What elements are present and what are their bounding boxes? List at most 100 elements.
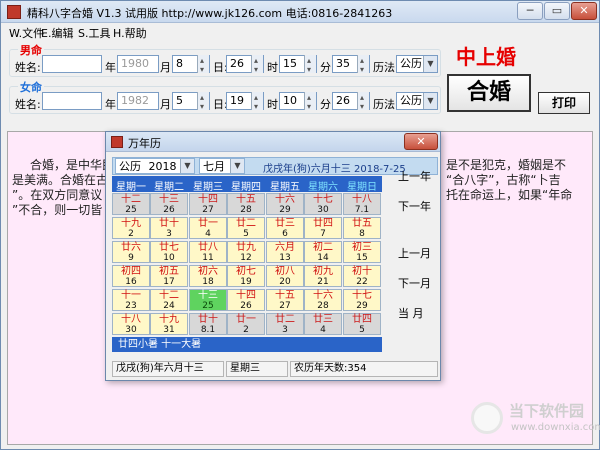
calendar-day-cell[interactable]: 廿一 2	[227, 313, 265, 335]
solar-day-label: 9	[128, 253, 134, 263]
calendar-day-cell[interactable]: 廿二 5	[227, 217, 265, 239]
calendar-mode-year-select[interactable]: 公历 2018 年 ▼	[115, 158, 195, 174]
lunar-day-label: 廿二	[236, 218, 256, 229]
current-month-button[interactable]: 当 月	[398, 305, 424, 321]
next-year-button[interactable]: 下一年	[398, 198, 431, 214]
male-year-input[interactable]: 1980	[117, 55, 159, 73]
calendar-day-cell[interactable]: 六月 13	[266, 241, 304, 263]
calendar-title-bar[interactable]: 万年历 ✕	[106, 132, 440, 152]
female-year-input[interactable]: 1982	[117, 92, 159, 110]
male-group-label: 男命	[18, 42, 44, 58]
male-minute-spinner-icon[interactable]	[357, 53, 369, 78]
calendar-day-cell[interactable]: 十三 25	[189, 289, 227, 311]
calendar-day-cell[interactable]: 初四 16	[112, 265, 150, 287]
calendar-day-cell[interactable]: 廿三 6	[266, 217, 304, 239]
calendar-day-cell[interactable]: 廿十 3	[150, 217, 188, 239]
male-name-input[interactable]	[42, 55, 102, 73]
menu-edit[interactable]: E.编辑	[41, 25, 73, 41]
calendar-day-cell[interactable]: 廿八 11	[189, 241, 227, 263]
male-month-input[interactable]: 8	[172, 53, 210, 78]
solar-day-label: 20	[279, 277, 291, 287]
calendar-close-button[interactable]: ✕	[404, 133, 438, 150]
title-bar[interactable]: 精科八字合婚 V1.3 试用版 http://www.jk126.com 电话:…	[1, 1, 599, 23]
female-hour-spinner-icon[interactable]	[304, 90, 316, 115]
calendar-day-cell[interactable]: 十五 28	[227, 193, 265, 215]
print-button[interactable]: 打印	[538, 92, 590, 114]
calendar-day-cell[interactable]: 十八 7.1	[343, 193, 381, 215]
calendar-day-cell[interactable]: 十九 31	[150, 313, 188, 335]
female-minute-input[interactable]: 26	[332, 90, 370, 115]
calendar-day-cell[interactable]: 十八 30	[112, 313, 150, 335]
calendar-day-cell[interactable]: 初七 19	[227, 265, 265, 287]
menu-file[interactable]: W.文件	[9, 25, 44, 41]
male-hour-input[interactable]: 15	[279, 53, 317, 78]
female-calendar-select[interactable]: 公历 ▼	[396, 92, 438, 110]
lunar-day-label: 十八	[121, 314, 141, 325]
calendar-month-select[interactable]: 七月 ▼	[199, 158, 245, 174]
calendar-day-cell[interactable]: 初十 22	[343, 265, 381, 287]
male-calendar-select[interactable]: 公历 ▼	[396, 55, 438, 73]
female-month-input[interactable]: 5	[172, 90, 210, 115]
calendar-day-cell[interactable]: 初二 14	[304, 241, 342, 263]
calendar-day-cell[interactable]: 初八 20	[266, 265, 304, 287]
solar-day-label: 8.1	[200, 325, 216, 335]
calendar-day-cell[interactable]: 十二 25	[112, 193, 150, 215]
calendar-day-cell[interactable]: 初六 18	[189, 265, 227, 287]
female-name-input[interactable]	[42, 92, 102, 110]
calendar-day-cell[interactable]: 廿六 9	[112, 241, 150, 263]
female-minute-spinner-icon[interactable]	[357, 90, 369, 115]
weekday-label: 星期六	[308, 182, 338, 193]
calendar-day-cell[interactable]: 十七 30	[304, 193, 342, 215]
close-button[interactable]: ✕	[571, 2, 597, 20]
calendar-day-cell[interactable]: 十三 26	[150, 193, 188, 215]
calendar-day-cell[interactable]: 廿二 3	[266, 313, 304, 335]
calendar-day-cell[interactable]: 十四 26	[227, 289, 265, 311]
solar-day-label: 5	[359, 325, 365, 335]
calendar-day-cell[interactable]: 廿四 5	[343, 313, 381, 335]
calendar-day-cell[interactable]: 十九 2	[112, 217, 150, 239]
solar-day-label: 3	[282, 325, 288, 335]
calendar-day-cell[interactable]: 十六 28	[304, 289, 342, 311]
prev-year-button[interactable]: 上一年	[398, 168, 431, 184]
male-day-spinner-icon[interactable]	[251, 53, 263, 78]
female-month-spinner-icon[interactable]	[197, 90, 209, 115]
male-hour-spinner-icon[interactable]	[304, 53, 316, 78]
male-day-input[interactable]: 26	[226, 53, 264, 78]
calendar-day-cell[interactable]: 十六 29	[266, 193, 304, 215]
female-day-input[interactable]: 19	[226, 90, 264, 115]
female-day-spinner-icon[interactable]	[251, 90, 263, 115]
menu-help[interactable]: H.帮助	[113, 25, 147, 41]
solar-day-label: 7.1	[354, 205, 370, 215]
calendar-day-cell[interactable]: 廿九 12	[227, 241, 265, 263]
calendar-day-cell[interactable]: 十四 27	[189, 193, 227, 215]
calendar-day-cell[interactable]: 十五 27	[266, 289, 304, 311]
lunar-day-label: 廿二	[275, 314, 295, 325]
male-month-spinner-icon[interactable]	[197, 53, 209, 78]
calendar-day-cell[interactable]: 十七 29	[343, 289, 381, 311]
minimize-button[interactable]: ─	[517, 2, 543, 20]
lunar-day-label: 十九	[121, 218, 141, 229]
male-minute-input[interactable]: 35	[332, 53, 370, 78]
calendar-day-cell[interactable]: 初三 15	[343, 241, 381, 263]
next-month-button[interactable]: 下一月	[398, 275, 431, 291]
hehun-button[interactable]: 合婚	[447, 74, 531, 112]
calendar-day-cell[interactable]: 十一 23	[112, 289, 150, 311]
calendar-day-cell[interactable]: 初五 17	[150, 265, 188, 287]
calendar-day-cell[interactable]: 廿一 4	[189, 217, 227, 239]
calendar-day-cell[interactable]: 廿十 8.1	[189, 313, 227, 335]
calendar-day-cell[interactable]: 廿三 4	[304, 313, 342, 335]
menu-tools[interactable]: S.工具	[78, 25, 110, 41]
prev-month-button[interactable]: 上一月	[398, 245, 431, 261]
female-hour-input[interactable]: 10	[279, 90, 317, 115]
calendar-month: 七月	[203, 160, 225, 173]
lunar-day-label: 廿十	[159, 218, 179, 229]
calendar-day-cell[interactable]: 廿五 8	[343, 217, 381, 239]
lunar-day-label: 十五	[275, 290, 295, 301]
maximize-button[interactable]: ▭	[544, 2, 570, 20]
calendar-day-cell[interactable]: 廿四 7	[304, 217, 342, 239]
solar-day-label: 18	[202, 277, 214, 287]
calendar-day-cell[interactable]: 十二 24	[150, 289, 188, 311]
solar-day-label: 3	[166, 229, 172, 239]
calendar-day-cell[interactable]: 初九 21	[304, 265, 342, 287]
calendar-day-cell[interactable]: 廿七 10	[150, 241, 188, 263]
